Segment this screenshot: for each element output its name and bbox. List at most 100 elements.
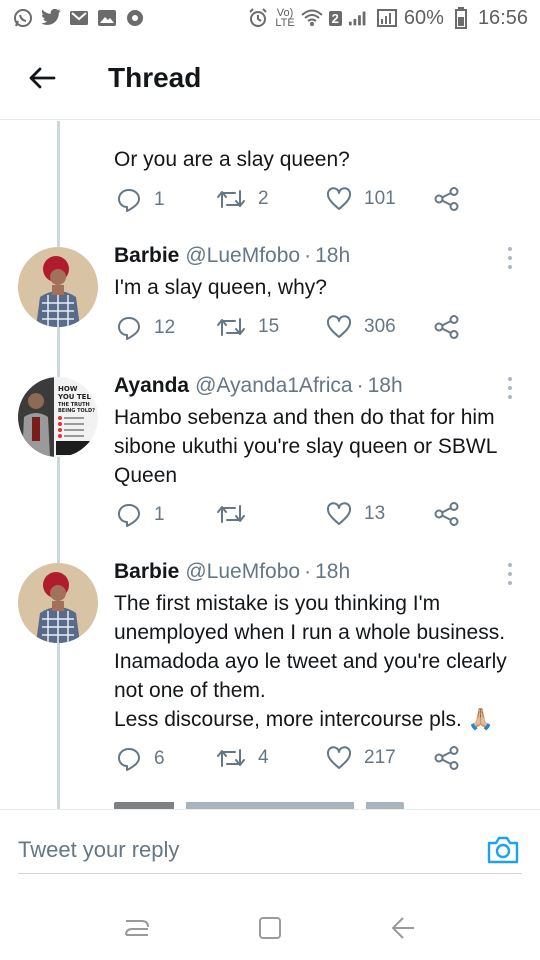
author-name[interactable]: Barbie (114, 559, 179, 585)
notification-icons (12, 7, 146, 29)
tweet[interactable]: Barbie @LueMfobo · 18h The first mistake… (0, 545, 540, 790)
retweet-count: 4 (258, 747, 269, 768)
heart-icon (326, 502, 352, 525)
separator-dot: · (356, 374, 364, 397)
heart-icon (326, 315, 352, 338)
author-handle[interactable]: @LueMfobo (185, 243, 300, 269)
system-nav-bar (0, 895, 540, 960)
app-header: Thread (0, 36, 540, 120)
retweet-button[interactable]: 2 (216, 187, 269, 211)
clock: 16:56 (477, 6, 528, 29)
tweet[interactable]: HOW YOU TEL THE TRUTH BEING TOLD? Ayanda… (0, 359, 540, 545)
reply-button[interactable]: 1 (116, 187, 165, 213)
like-count: 13 (364, 503, 386, 524)
reply-button[interactable]: 6 (116, 746, 165, 772)
reply-count: 6 (154, 748, 165, 769)
share-icon (434, 746, 459, 770)
reply-count: 1 (154, 189, 165, 210)
retweet-button[interactable]: 4 (216, 746, 269, 770)
tweet-actions: 1 13 (116, 502, 476, 532)
retweet-icon (217, 749, 245, 767)
svg-text:HOW: HOW (58, 385, 78, 393)
back-button[interactable] (22, 58, 62, 98)
reply-input[interactable]: Tweet your reply (18, 826, 522, 874)
camera-icon (487, 836, 519, 864)
retweet-button[interactable] (216, 502, 258, 526)
more-options-button[interactable] (504, 247, 516, 269)
back-nav-button[interactable] (383, 908, 423, 948)
share-icon (434, 502, 459, 526)
like-button[interactable]: 101 (326, 187, 396, 211)
sim-badge: 2 (328, 10, 342, 26)
like-count: 101 (364, 188, 396, 209)
camera-button[interactable] (486, 834, 520, 866)
avatar[interactable] (18, 563, 98, 643)
avatar-image (18, 563, 98, 643)
share-button[interactable] (434, 315, 460, 339)
wifi-icon (301, 7, 323, 29)
tweet-actions: 1 2 101 (116, 187, 476, 217)
reply-bar: Tweet your reply (0, 809, 540, 895)
retweet-count: 2 (258, 188, 269, 209)
share-button[interactable] (434, 502, 460, 526)
tweet-time: 18h (315, 244, 351, 267)
like-button[interactable]: 13 (326, 502, 385, 526)
more-options-button[interactable] (504, 377, 516, 399)
author-name[interactable]: Ayanda (114, 373, 189, 399)
like-button[interactable]: 306 (326, 315, 396, 339)
avatar-image (18, 247, 98, 327)
more-options-button[interactable] (504, 563, 516, 585)
avatar-image: HOW YOU TEL THE TRUTH BEING TOLD? (18, 377, 98, 457)
avatar[interactable] (18, 247, 98, 327)
reply-button[interactable]: 1 (116, 502, 165, 528)
tweet-text: Or you are a slay queen? (114, 148, 350, 171)
retweet-icon (217, 505, 245, 523)
avatar[interactable]: HOW YOU TEL THE TRUTH BEING TOLD? (18, 377, 98, 457)
retweet-button[interactable]: 15 (216, 315, 279, 339)
twitter-icon (40, 7, 62, 29)
svg-text:YOU TEL: YOU TEL (57, 393, 91, 401)
author-handle[interactable]: @LueMfobo (185, 559, 300, 585)
gmail-icon (68, 7, 90, 29)
thread-list[interactable]: Or you are a slay queen? 1 2 101 Barbie … (0, 121, 540, 809)
like-button[interactable]: 217 (326, 746, 396, 770)
video-icon (124, 7, 146, 29)
tweet[interactable]: Or you are a slay queen? 1 2 101 (0, 121, 540, 229)
like-count: 306 (364, 316, 396, 337)
home-button[interactable] (250, 908, 290, 948)
whatsapp-icon (12, 7, 34, 29)
tweet-time: 18h (367, 374, 403, 397)
tweet-header: Barbie @LueMfobo · 18h (114, 243, 520, 269)
alarm-icon (247, 7, 269, 29)
tweet-actions: 6 4 217 (116, 746, 476, 776)
tweet-header: Barbie @LueMfobo · 18h (114, 559, 520, 585)
author-handle[interactable]: @Ayanda1Africa (195, 373, 353, 399)
home-icon (258, 916, 281, 939)
heart-icon (326, 187, 352, 210)
tweet[interactable]: Barbie @LueMfobo · 18h I'm a slay queen,… (0, 229, 540, 359)
separator-dot: · (304, 560, 312, 583)
signal-icon (348, 7, 370, 29)
battery-icon (450, 7, 472, 29)
system-status: Vo) LTE 2 60% 16:56 (247, 7, 528, 30)
next-tweet-preview (114, 802, 414, 809)
status-bar: Vo) LTE 2 60% 16:56 (0, 0, 540, 36)
volte-indicator: Vo) LTE (275, 7, 295, 29)
share-button[interactable] (434, 187, 460, 211)
signal-icon-secondary (376, 7, 398, 29)
reply-icon (118, 748, 140, 771)
reply-button[interactable]: 12 (116, 315, 175, 341)
tweet-text: I'm a slay queen, why? (114, 276, 327, 299)
reply-icon (118, 317, 140, 340)
share-button[interactable] (434, 746, 460, 770)
arrow-left-icon (29, 67, 56, 88)
battery-percent: 60% (403, 6, 444, 29)
reply-icon (118, 504, 140, 527)
svg-text:BEING TOLD?: BEING TOLD? (58, 408, 95, 414)
recents-button[interactable] (117, 908, 157, 948)
heart-icon (326, 746, 352, 769)
author-name[interactable]: Barbie (114, 243, 179, 269)
tweet-text: Hambo sebenza and then do that for him s… (114, 406, 497, 487)
reply-icon (118, 189, 140, 212)
share-icon (434, 187, 459, 211)
